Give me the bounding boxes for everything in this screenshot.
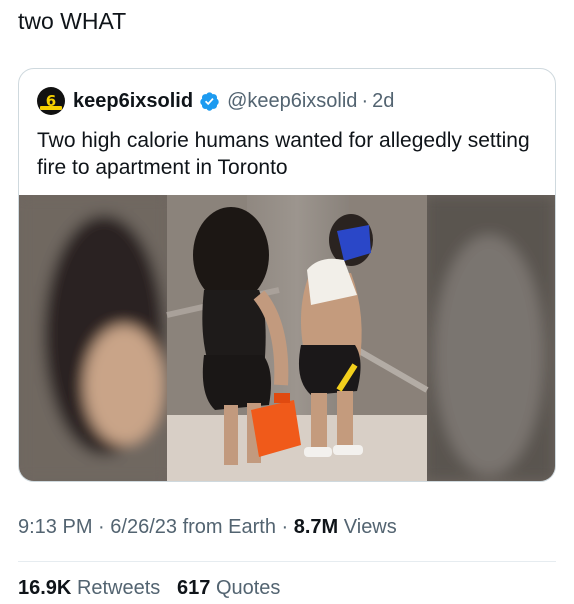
retweets-link[interactable]: 16.9K Retweets bbox=[18, 577, 166, 599]
retweets-label: Retweets bbox=[76, 577, 161, 599]
elevator-photo-image bbox=[19, 195, 555, 481]
tweet-stats: 16.9K Retweets 617 Quotes bbox=[18, 577, 280, 600]
verified-badge-icon bbox=[200, 91, 219, 111]
views-count: 8.7M bbox=[293, 516, 339, 538]
tweet-metadata: 9:13 PM · 6/26/23 from Earth · 8.7M View… bbox=[18, 516, 397, 539]
tweet-source: from Earth bbox=[182, 516, 276, 538]
quoted-tweet-card[interactable]: 6 keep6ixsolid @keep6ixsolid · 2d Two hi… bbox=[18, 68, 556, 482]
quoted-tweet-photo[interactable] bbox=[19, 195, 555, 481]
views-label: Views bbox=[343, 516, 397, 538]
quotes-link[interactable]: 617 Quotes bbox=[177, 577, 280, 599]
separator-dot: · bbox=[281, 516, 289, 538]
display-name[interactable]: keep6ixsolid bbox=[73, 90, 193, 113]
retweets-count: 16.9K bbox=[18, 577, 72, 599]
quoted-tweet-header: 6 keep6ixsolid @keep6ixsolid · 2d bbox=[37, 86, 394, 116]
avatar[interactable]: 6 bbox=[37, 87, 65, 115]
tweet-text: two WHAT bbox=[18, 8, 127, 34]
tweet-time[interactable]: 9:13 PM bbox=[18, 516, 92, 538]
quotes-count: 617 bbox=[177, 577, 211, 599]
separator-dot: · bbox=[361, 89, 369, 112]
tweet-date[interactable]: 6/26/23 bbox=[110, 516, 177, 538]
quoted-tweet-text: Two high calorie humans wanted for alleg… bbox=[37, 129, 530, 179]
avatar-band bbox=[40, 106, 62, 110]
handle[interactable]: @keep6ixsolid bbox=[227, 90, 357, 113]
quotes-label: Quotes bbox=[215, 577, 281, 599]
divider bbox=[18, 561, 556, 562]
post-age[interactable]: 2d bbox=[372, 90, 394, 113]
separator-dot: · bbox=[98, 516, 105, 538]
